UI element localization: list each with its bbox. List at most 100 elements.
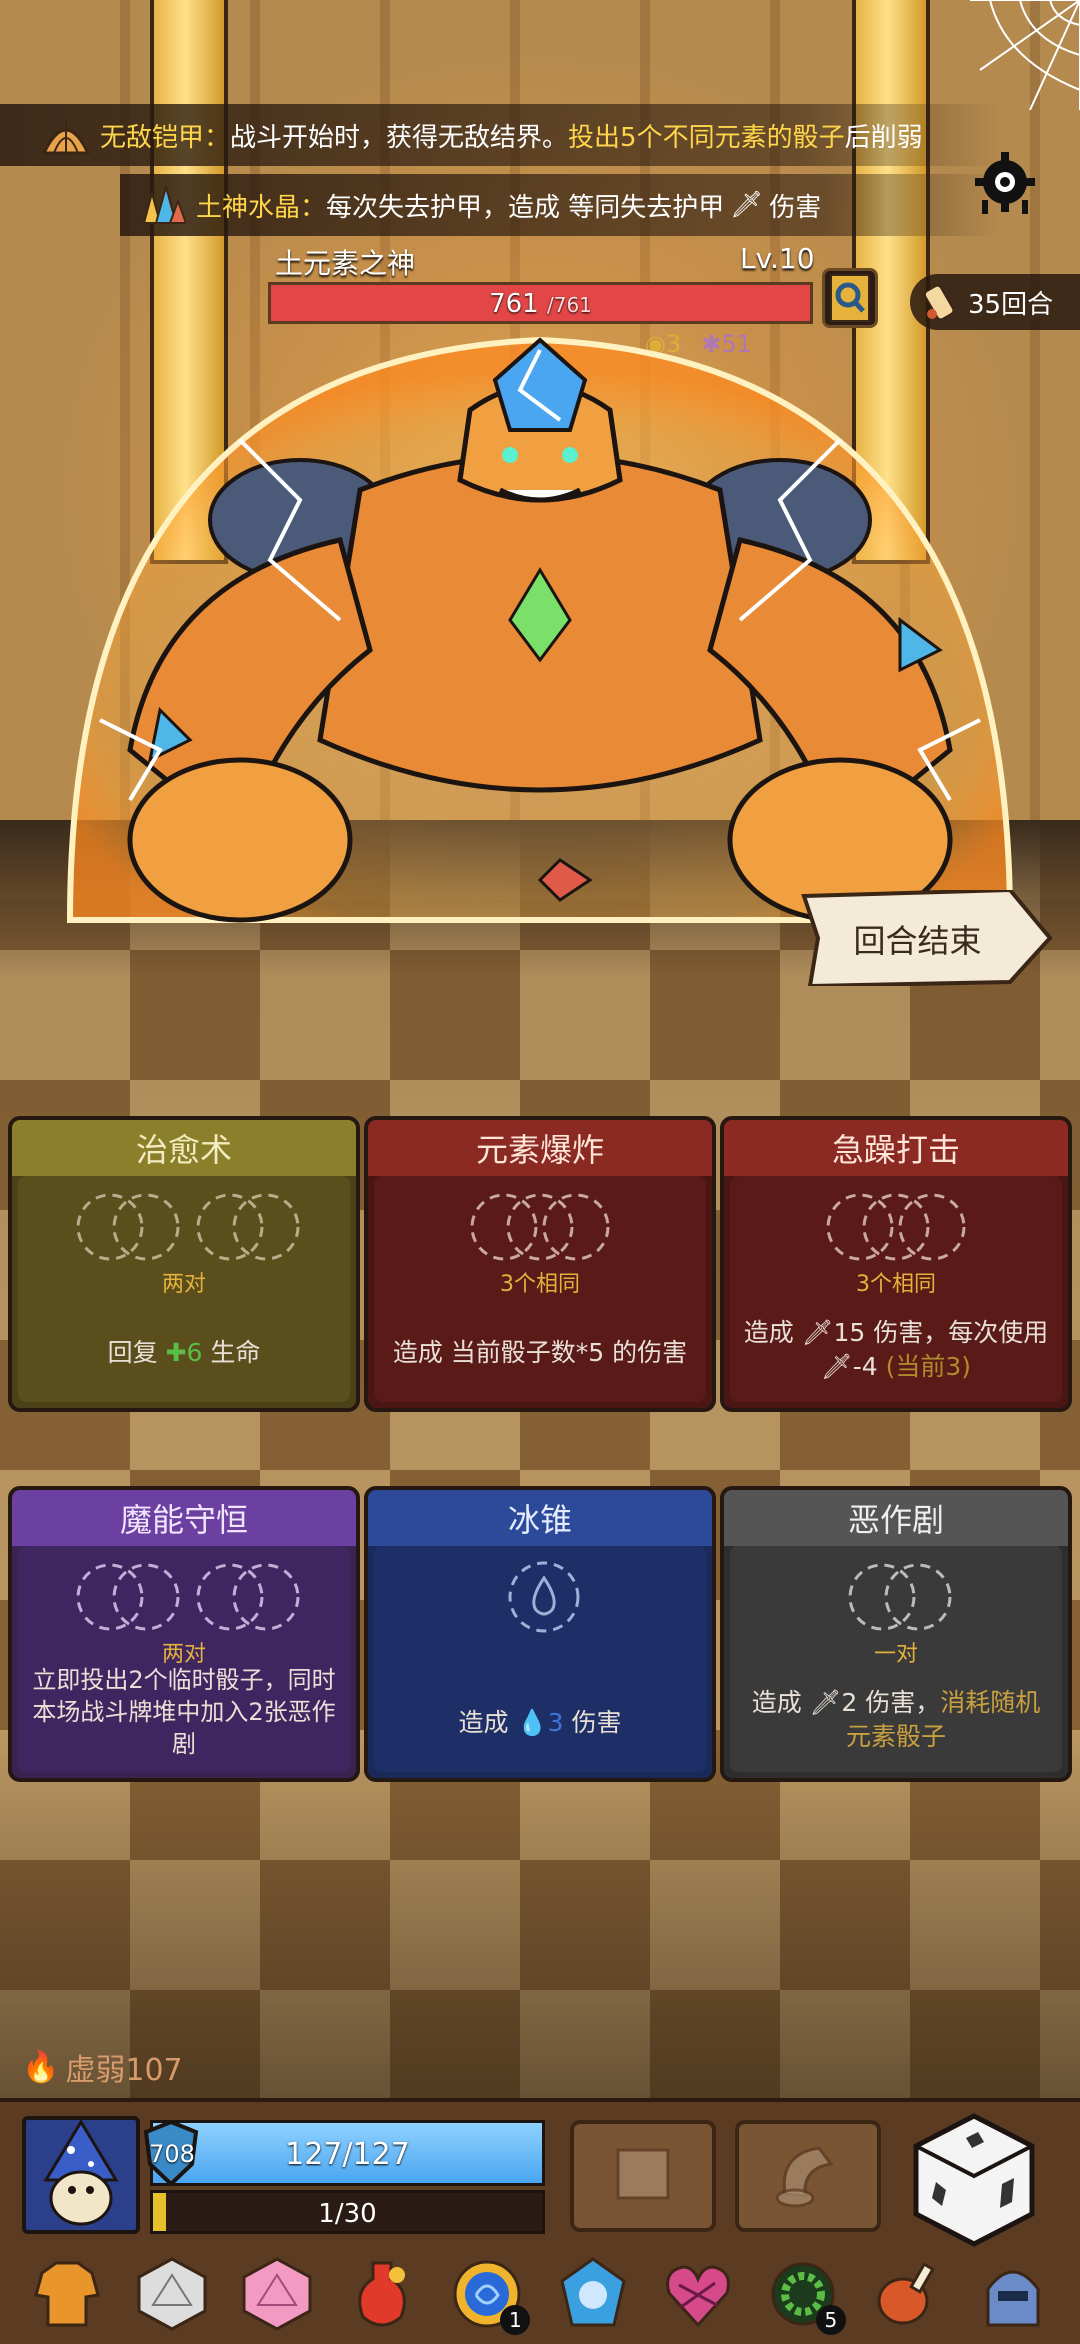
boss-name: 土元素之神 (275, 247, 416, 280)
sword-icon: 🗡 (809, 1688, 842, 1717)
card-title: 冰锥 (368, 1490, 712, 1546)
card-prank[interactable]: 恶作剧 一对 造成 🗡2 伤害，消耗随机元素骰子 (720, 1486, 1072, 1782)
card-desc-text-after: 伤害，每次使用 (865, 1318, 1049, 1347)
relic-blue-orb[interactable]: 1 (448, 2255, 531, 2335)
end-turn-button[interactable]: 回合结束 (800, 887, 1055, 989)
dice-slot-pair-icon (76, 1193, 300, 1261)
floor-shade (0, 820, 1080, 2120)
horn-icon (775, 2146, 834, 2208)
magnifier-icon (830, 274, 870, 322)
earth-elemental-boss[interactable] (40, 320, 1040, 970)
player-avatar[interactable] (22, 2116, 140, 2234)
card-description: 造成 🗡15 伤害，每次使用 🗡-4 (当前3) (740, 1316, 1052, 1384)
relic-bar: 1 5 (0, 2248, 1080, 2340)
plus-icon: ✚ (165, 1338, 187, 1367)
card-condition: 两对 (161, 1272, 206, 1297)
water-die-slot-icon (508, 1561, 580, 1633)
card-title: 急躁打击 (724, 1120, 1068, 1176)
consumable-slot-1[interactable] (570, 2120, 716, 2232)
consumable-slot-2[interactable] (735, 2120, 881, 2232)
roll-dice-button[interactable] (908, 2110, 1040, 2250)
dice-slot-pair-icon (76, 1563, 300, 1631)
round-label: 35回合 (968, 289, 1054, 320)
card-condition: 3个相同 (856, 1272, 936, 1297)
card-title: 魔能守恒 (12, 1490, 356, 1546)
card-condition: 一对 (873, 1642, 918, 1667)
sword-icon: 🗡 (801, 1318, 834, 1347)
boss-hp-current: 761 (489, 289, 539, 319)
white-d20-icon (137, 2257, 207, 2331)
card-mana-conservation[interactable]: 魔能守恒 两对 立即投出2个临时骰子，同时本场战斗牌堆中加入2张恶作剧 (8, 1486, 360, 1782)
card-desc-text-after: 伤害 (563, 1708, 622, 1737)
card-element-burst[interactable]: 元素爆炸 3个相同 造成 当前骰子数*5 的伤害 (364, 1116, 716, 1412)
card-desc-text: 造成 (751, 1688, 810, 1717)
water-drop-icon: 💧 (516, 1708, 548, 1737)
card-desc-text-after: 生命 (202, 1338, 261, 1367)
red-potion-icon (358, 2261, 406, 2327)
relic-badge: 5 (815, 2305, 846, 2335)
gear-icon[interactable] (970, 150, 1040, 220)
card-desc-note: (当前3) (885, 1352, 972, 1381)
relic-meat-leg[interactable] (869, 2255, 947, 2333)
cursed-heart-icon (665, 2265, 730, 2328)
card-condition: 3个相同 (500, 1272, 580, 1297)
stone-block-icon (616, 2148, 670, 2200)
meat-leg-icon (877, 2262, 935, 2325)
inspect-button[interactable] (822, 268, 878, 328)
effect-name: 无敌铠甲： (100, 122, 231, 153)
card-description: 造成 当前骰子数*5 的伤害 (392, 1338, 688, 1367)
card-desc-text: 造成 (743, 1318, 802, 1347)
card-description: 造成 🗡2 伤害，消耗随机元素骰子 (740, 1686, 1052, 1754)
card-desc-text: 回复 (107, 1338, 166, 1367)
card-desc-text: 造成 (458, 1708, 517, 1737)
card-desc-text-mid: 伤害， (857, 1688, 941, 1717)
weak-label: 虚弱107 (65, 2053, 183, 2088)
card-heal[interactable]: 治愈术 两对 回复 ✚6 生命 (8, 1116, 360, 1412)
dice-slot-pair-icon (848, 1563, 952, 1631)
card-title: 恶作剧 (724, 1490, 1068, 1546)
effect-text-after: 伤害 (769, 192, 822, 223)
weak-status: 🔥 虚弱107 (22, 2045, 183, 2089)
boss-hp-bar: 761 /761 (268, 282, 813, 324)
card-title: 元素爆炸 (368, 1120, 712, 1176)
relic-red-potion[interactable] (343, 2255, 421, 2333)
card-ice-cone[interactable]: 冰锥 造成 💧3 伤害 (364, 1486, 716, 1782)
card-description: 造成 💧3 伤害 (384, 1706, 696, 1740)
relic-sweater[interactable] (28, 2255, 106, 2333)
card-desc-value: 6 (186, 1338, 203, 1367)
relic-white-d20[interactable] (133, 2255, 211, 2333)
boss-hp-max: /761 (546, 293, 592, 317)
relic-green-ring[interactable]: 5 (764, 2255, 846, 2335)
scroll-icon (923, 284, 955, 321)
pink-d20-icon (242, 2257, 312, 2331)
relic-armor-helmet[interactable] (974, 2255, 1052, 2333)
effect-text: 战斗开始时，获得无敌结界。 (230, 122, 569, 153)
player-xp-text: 1/30 (318, 2199, 377, 2229)
end-turn-label: 回合结束 (853, 922, 982, 960)
card-desc-value: 15 (833, 1318, 866, 1347)
effect-banner-armor[interactable]: 无敌铠甲： 战斗开始时，获得无敌结界。 投出5个不同元素的骰子 后削弱 (0, 104, 1000, 166)
effect-text: 每次失去护甲，造成 等同失去护甲 (326, 192, 725, 223)
boss-hp-text: 761 /761 (271, 289, 810, 319)
dice-slot-triple-icon (470, 1193, 610, 1261)
player-shield-value: 708 (149, 2140, 195, 2168)
relic-pink-d20[interactable] (238, 2255, 316, 2333)
player-xp-bar: 1/30 (150, 2190, 545, 2234)
effect-name: 土神水晶： (196, 192, 327, 223)
relic-blue-gem-skull[interactable] (554, 2255, 632, 2333)
boss-level: Lv.10 (740, 242, 815, 275)
cobweb-icon (970, 0, 1080, 110)
effect-text-after: 后削弱 (844, 122, 923, 153)
effect-banner-crystal[interactable]: 土神水晶： 每次失去护甲，造成 等同失去护甲 🗡 伤害 (120, 174, 1000, 236)
relic-cursed-heart[interactable] (659, 2255, 737, 2333)
blue-gem-skull-icon (559, 2257, 626, 2327)
player-hp-bar: 127/127 (150, 2120, 545, 2186)
player-hp-text: 127/127 (285, 2137, 410, 2172)
dice-slot-triple-icon (826, 1193, 966, 1261)
card-description: 立即投出2个临时骰子，同时本场战斗牌堆中加入2张恶作剧 (32, 1666, 336, 1758)
card-title: 治愈术 (12, 1120, 356, 1176)
sword-icon: 🗡 (820, 1352, 853, 1381)
effect-highlight: 投出5个不同元素的骰子 (568, 122, 845, 153)
card-rash-strike[interactable]: 急躁打击 3个相同 造成 🗡15 伤害，每次使用 🗡-4 (当前3) (720, 1116, 1072, 1412)
sword-icon: 🗡 (730, 190, 764, 220)
